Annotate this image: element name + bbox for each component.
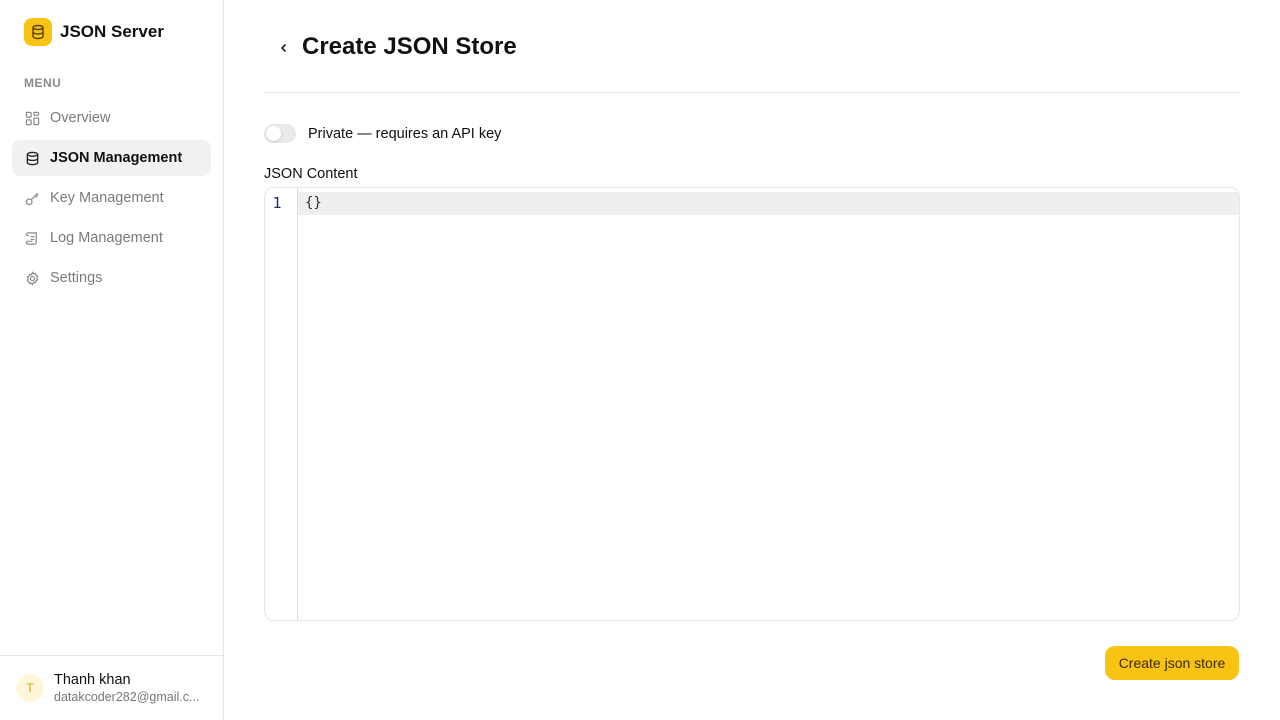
user-email: datakcoder282@gmail.c...: [54, 689, 200, 704]
grid-icon: [24, 110, 40, 126]
line-number-gutter: [265, 188, 298, 620]
sidebar-item-key-management[interactable]: Key Management: [12, 180, 211, 216]
sidebar-item-label: Overview: [50, 110, 111, 126]
page-title: Create JSON Store: [302, 33, 517, 60]
sidebar-nav: Overview JSON Management Key Management: [12, 100, 211, 300]
divider: [264, 92, 1240, 93]
key-icon: [24, 190, 40, 206]
code-line[interactable]: {}: [305, 192, 322, 215]
sidebar-item-json-management[interactable]: JSON Management: [12, 140, 211, 176]
sidebar-item-settings[interactable]: Settings: [12, 260, 211, 296]
user-profile[interactable]: T Thanh khan datakcoder282@gmail.c...: [0, 655, 223, 720]
brand-name: JSON Server: [60, 22, 164, 41]
json-editor[interactable]: 1 {}: [264, 187, 1240, 621]
chevron-left-icon: [278, 41, 290, 59]
create-json-store-button[interactable]: Create json store: [1105, 646, 1239, 680]
database-icon: [24, 18, 52, 46]
private-toggle-row: Private — requires an API key: [264, 124, 501, 143]
brand[interactable]: JSON Server: [24, 18, 164, 46]
sidebar: JSON Server MENU Overview JSON Managemen…: [0, 0, 224, 720]
sidebar-item-log-management[interactable]: Log Management: [12, 220, 211, 256]
sidebar-item-label: Settings: [50, 270, 103, 286]
sidebar-item-overview[interactable]: Overview: [12, 100, 211, 136]
avatar: T: [16, 674, 44, 702]
database-icon: [24, 150, 40, 166]
back-button[interactable]: [272, 36, 296, 64]
active-line-highlight: [265, 192, 1239, 215]
menu-label: MENU: [24, 76, 62, 90]
user-name: Thanh khan: [54, 671, 131, 688]
sidebar-item-label: JSON Management: [50, 150, 183, 166]
private-toggle-label[interactable]: Private — requires an API key: [308, 126, 501, 142]
gear-icon: [24, 270, 40, 286]
sidebar-item-label: Key Management: [50, 190, 164, 206]
user-info: Thanh khan datakcoder282@gmail.c...: [54, 672, 204, 705]
sidebar-item-label: Log Management: [50, 230, 163, 246]
scroll-icon: [24, 230, 40, 246]
main-content: Create JSON Store Private — requires an …: [224, 0, 1280, 720]
json-content-label: JSON Content: [264, 166, 358, 182]
private-toggle[interactable]: [264, 124, 296, 143]
line-number: 1: [272, 194, 282, 212]
toggle-knob: [266, 126, 281, 141]
